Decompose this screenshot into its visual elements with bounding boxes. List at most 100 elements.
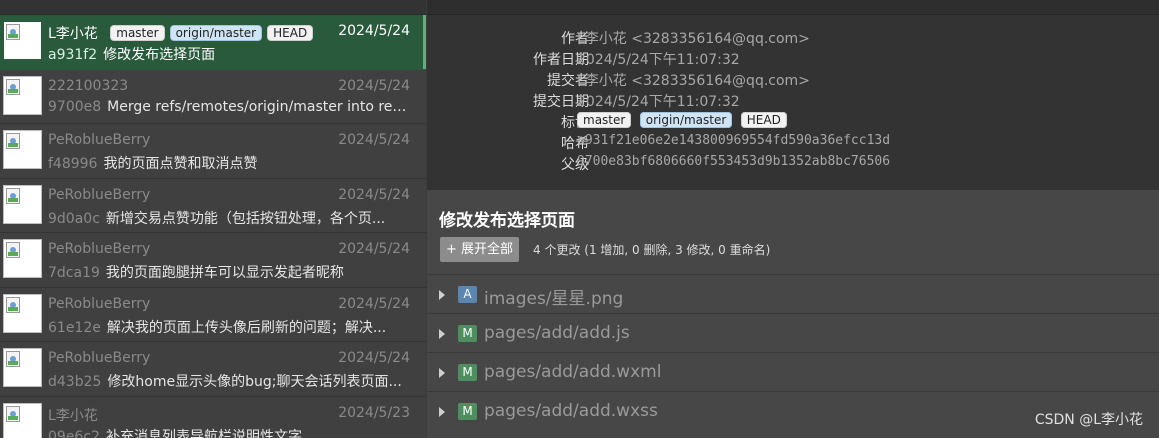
chevron-right-icon[interactable]: [439, 368, 445, 378]
meta-hash: 哈希 a931f21e06e2e143800969554fd590a36efcc…: [427, 133, 1159, 154]
commit-hash: 09e6c2: [48, 428, 100, 438]
file-path: images/星星.png: [484, 289, 624, 309]
commit-row[interactable]: 222100323 2024/5/24 9700e8 Merge refs/rem…: [0, 69, 426, 124]
chevron-right-icon[interactable]: [439, 407, 445, 417]
commit-row[interactable]: PeRoblueBerry 2024/5/24 9d0a0c 新增交易点赞功能（包…: [0, 178, 426, 233]
broken-image-icon: [6, 242, 20, 258]
commit-date: 2024/5/24: [338, 350, 410, 366]
meta-committer: 提交者 L李小花 <3283356164@qq.com>: [427, 70, 1159, 91]
broken-image-icon: [6, 133, 20, 149]
parent-hash-link[interactable]: 9700e83bf6806660f553453d9b1352ab8bc76506: [577, 154, 890, 169]
changed-file-list: A images/星星.png M pages/add/add.js M pag…: [427, 274, 1159, 430]
status-badge: M: [458, 403, 477, 420]
commit-hash: 9700e8: [48, 98, 102, 115]
avatar: [3, 293, 42, 333]
commit-row[interactable]: PeRoblueBerry 2024/5/24 7dca19 我的页面跑腿拼车可以…: [0, 233, 426, 288]
status-badge: M: [458, 364, 477, 381]
commit-date: 2024/5/24: [338, 295, 410, 312]
commit-date: 2024/5/24: [338, 77, 410, 94]
file-path: pages/add/add.js: [484, 323, 630, 343]
meta-tags: 标记 master origin/master HEAD: [427, 112, 1159, 133]
chevron-right-icon[interactable]: [439, 290, 445, 300]
commit-message: 修改home显示头像的bug;聊天会话列表页面...: [107, 374, 402, 390]
broken-image-icon: [6, 24, 20, 40]
status-badge: M: [458, 325, 477, 342]
author-value[interactable]: L李小花 <3283356164@qq.com>: [577, 28, 810, 48]
ref-tags: master origin/master HEAD: [110, 25, 314, 41]
meta-author-date: 作者日期 2024/5/24下午11:07:32: [427, 49, 1159, 70]
commit-subject: 修改发布选择页面: [439, 211, 575, 231]
commit-metadata: 作者 L李小花 <3283356164@qq.com> 作者日期 2024/5/…: [427, 28, 1159, 175]
commit-hash: 9d0a0c: [48, 210, 100, 227]
commit-author: PeRoblueBerry: [48, 186, 151, 203]
meta-commit-date: 提交日期 2024/5/24下午11:07:32: [427, 91, 1159, 112]
commit-date: 2024/5/24: [338, 132, 410, 148]
commit-message: 解决我的页面上传头像后刷新的问题；解决...: [106, 319, 387, 336]
commit-row[interactable]: PeRoblueBerry 2024/5/24 61e12e 解决我的页面上传头像…: [0, 287, 426, 342]
commit-author: PeRoblueBerry: [48, 132, 151, 148]
file-row[interactable]: M pages/add/add.js: [427, 313, 1159, 352]
tag-head[interactable]: HEAD: [740, 112, 787, 128]
broken-image-icon: [6, 187, 20, 204]
chevron-right-icon[interactable]: [439, 329, 445, 339]
avatar: [3, 184, 42, 224]
file-path: pages/add/add.wxss: [484, 401, 658, 421]
commit-date: 2024/5/23: [338, 404, 410, 421]
committer-value[interactable]: L李小花 <3283356164@qq.com>: [577, 70, 810, 90]
commit-row[interactable]: L李小花 2024/5/23 09e6c2 补充消息列表导航栏说明性文字: [0, 396, 426, 438]
watermark: CSDN @L李小花: [1034, 412, 1143, 428]
avatar: [3, 239, 42, 278]
selection-indicator: [423, 15, 426, 69]
avatar: [3, 21, 42, 60]
commit-message: 我的页面跑腿拼车可以显示发起者昵称: [105, 265, 344, 281]
author-date-value: 2024/5/24下午11:07:32: [577, 52, 740, 68]
tag-origin-master: origin/master: [169, 25, 263, 41]
broken-image-icon: [6, 296, 20, 313]
avatar: [3, 75, 42, 115]
changes-panel: 修改发布选择页面 + 展开全部 4 个更改 (1 增加, 0 删除, 3 修改,…: [427, 190, 1159, 438]
tags-value: master origin/master HEAD: [577, 112, 791, 128]
avatar: [3, 402, 42, 438]
commit-author: PeRoblueBerry: [48, 295, 151, 312]
commit-date: 2024/5/24: [338, 186, 410, 203]
hash-value[interactable]: a931f21e06e2e143800969554fd590a36efcc13d: [577, 133, 890, 148]
commit-date: 2024/5/24: [338, 23, 410, 39]
avatar: [3, 130, 42, 169]
detail-header-bar: [427, 0, 1159, 15]
commit-hash: d43b25: [48, 374, 102, 390]
commit-hash: 61e12e: [48, 319, 101, 336]
commit-message: 新增交易点赞功能（包括按钮处理，各个页...: [105, 210, 386, 227]
tag-master: master: [110, 25, 165, 41]
change-summary: 4 个更改 (1 增加, 0 删除, 3 修改, 0 重命名): [533, 243, 771, 257]
commit-author: L李小花: [48, 26, 98, 42]
commit-row[interactable]: PeRoblueBerry 2024/5/24 f48996 我的页面点赞和取消点…: [0, 124, 426, 179]
commit-date: 2024/5/24: [338, 241, 410, 257]
commit-hash: 7dca19: [48, 265, 100, 281]
avatar: [3, 348, 42, 387]
file-path: pages/add/add.wxml: [484, 362, 662, 382]
commit-author: L李小花: [48, 407, 98, 424]
status-badge: A: [458, 286, 477, 303]
broken-image-icon: [6, 405, 20, 422]
commit-hash: a931f2: [48, 47, 98, 63]
commit-message: 修改发布选择页面: [103, 47, 216, 63]
commit-message: Merge refs/remotes/origin/master into re…: [107, 98, 410, 115]
commit-detail-pane: 作者 L李小花 <3283356164@qq.com> 作者日期 2024/5/…: [427, 0, 1159, 438]
file-row[interactable]: A images/星星.png: [427, 274, 1159, 313]
expand-all-button[interactable]: + 展开全部: [440, 237, 520, 262]
meta-author: 作者 L李小花 <3283356164@qq.com>: [427, 28, 1159, 49]
broken-image-icon: [6, 351, 20, 367]
commit-list[interactable]: L李小花 master origin/master HEAD 2024/5/24…: [0, 0, 426, 438]
file-row[interactable]: M pages/add/add.wxml: [427, 352, 1159, 391]
commit-date-value: 2024/5/24下午11:07:32: [577, 94, 740, 110]
commit-message: 补充消息列表导航栏说明性文字: [105, 428, 302, 438]
tag-master[interactable]: master: [577, 112, 632, 128]
meta-parent: 父级 9700e83bf6806660f553453d9b1352ab8bc76…: [427, 154, 1159, 175]
commit-row[interactable]: PeRoblueBerry 2024/5/24 d43b25 修改home显示头像…: [0, 342, 426, 397]
tag-origin-master[interactable]: origin/master: [639, 112, 733, 128]
tag-head: HEAD: [267, 25, 314, 41]
broken-image-icon: [6, 78, 20, 95]
commit-message: 我的页面点赞和取消点赞: [103, 156, 258, 172]
commit-row-selected[interactable]: L李小花 master origin/master HEAD 2024/5/24…: [0, 15, 426, 70]
commit-author: 222100323: [48, 77, 129, 94]
